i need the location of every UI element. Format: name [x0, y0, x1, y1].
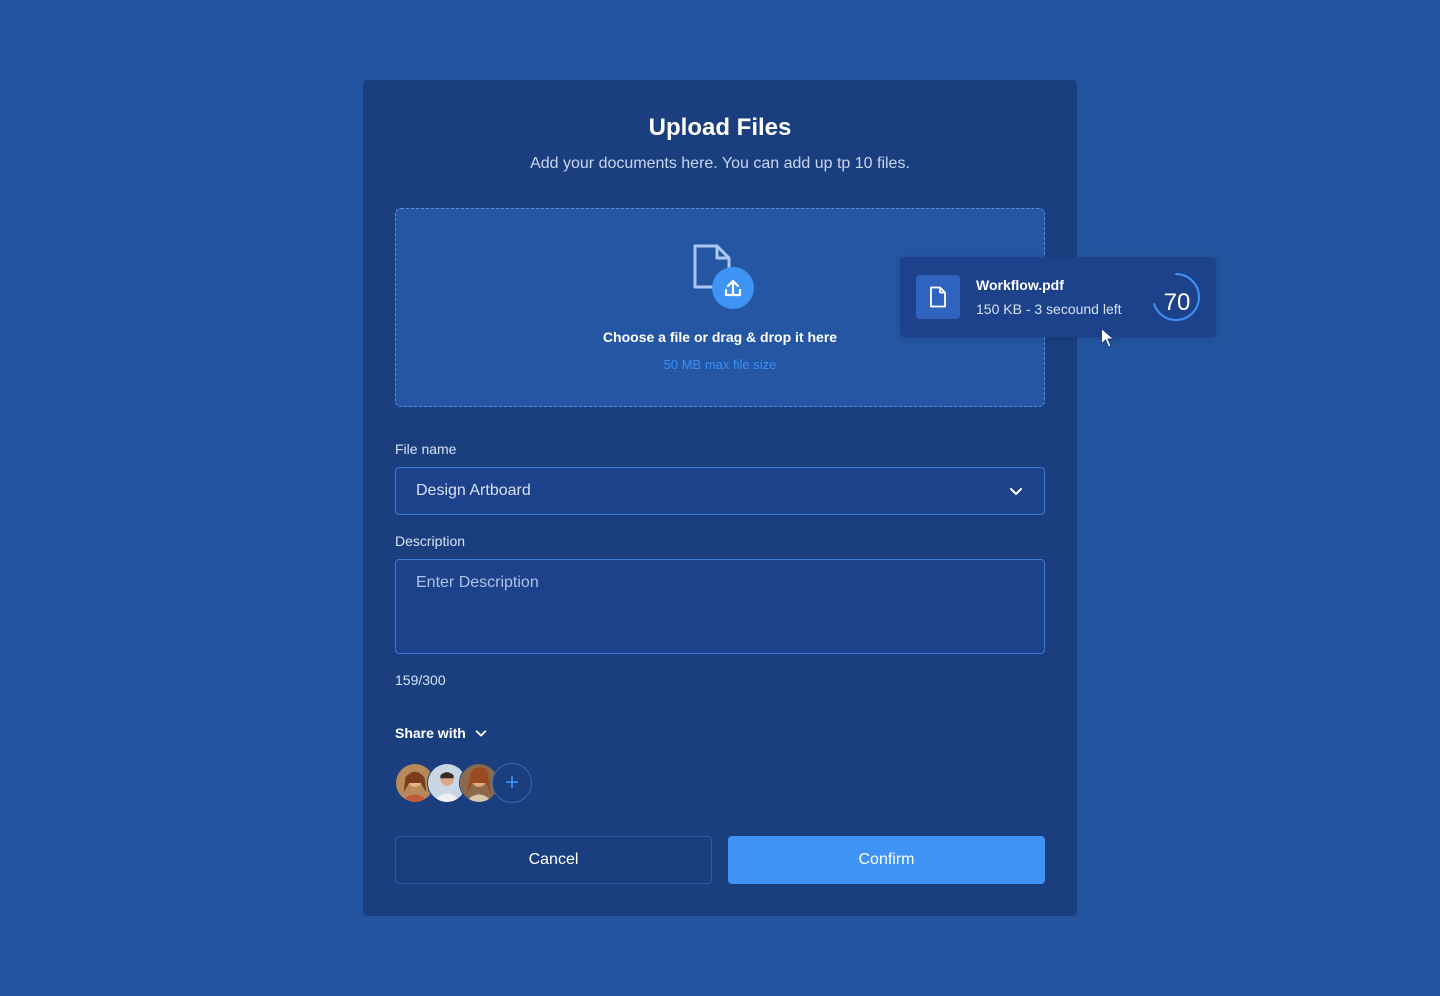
modal-subtitle: Add your documents here. You can add up … — [530, 155, 910, 172]
modal-title: Upload Files — [648, 114, 792, 141]
plus-icon: + — [504, 769, 519, 796]
file-upload-icon — [691, 243, 757, 309]
description-placeholder: Enter Description — [416, 574, 539, 591]
description-field[interactable]: Enter Description — [395, 559, 1045, 654]
chevron-down-icon — [475, 730, 487, 737]
file-name-label: File name — [395, 441, 457, 457]
shared-users: + — [395, 763, 545, 803]
description-label: Description — [395, 533, 466, 549]
cursor-icon — [1101, 328, 1114, 348]
file-name-value: Design Artboard — [416, 482, 531, 499]
file-name-select[interactable]: Design Artboard — [395, 467, 1045, 515]
file-icon — [916, 275, 960, 319]
character-counter: 159/300 — [395, 672, 446, 688]
upload-progress-ring: 70 — [1150, 271, 1202, 323]
share-with-label: Share with — [395, 725, 466, 741]
upload-file-meta: 150 KB - 3 secound left — [976, 301, 1122, 317]
upload-file-name: Workflow.pdf — [976, 277, 1064, 293]
dropzone-size-limit: 50 MB max file size — [663, 357, 777, 372]
upload-modal: Upload Files Add your documents here. Yo… — [363, 80, 1077, 916]
confirm-button[interactable]: Confirm — [728, 836, 1045, 884]
upload-progress-card: Workflow.pdf 150 KB - 3 secound left 70 — [900, 257, 1216, 337]
upload-progress-value: 70 — [1163, 289, 1191, 316]
add-user-button[interactable]: + — [492, 763, 532, 803]
cancel-button[interactable]: Cancel — [395, 836, 712, 884]
chevron-down-icon — [1010, 488, 1022, 495]
share-with-toggle[interactable]: Share with — [395, 725, 488, 741]
